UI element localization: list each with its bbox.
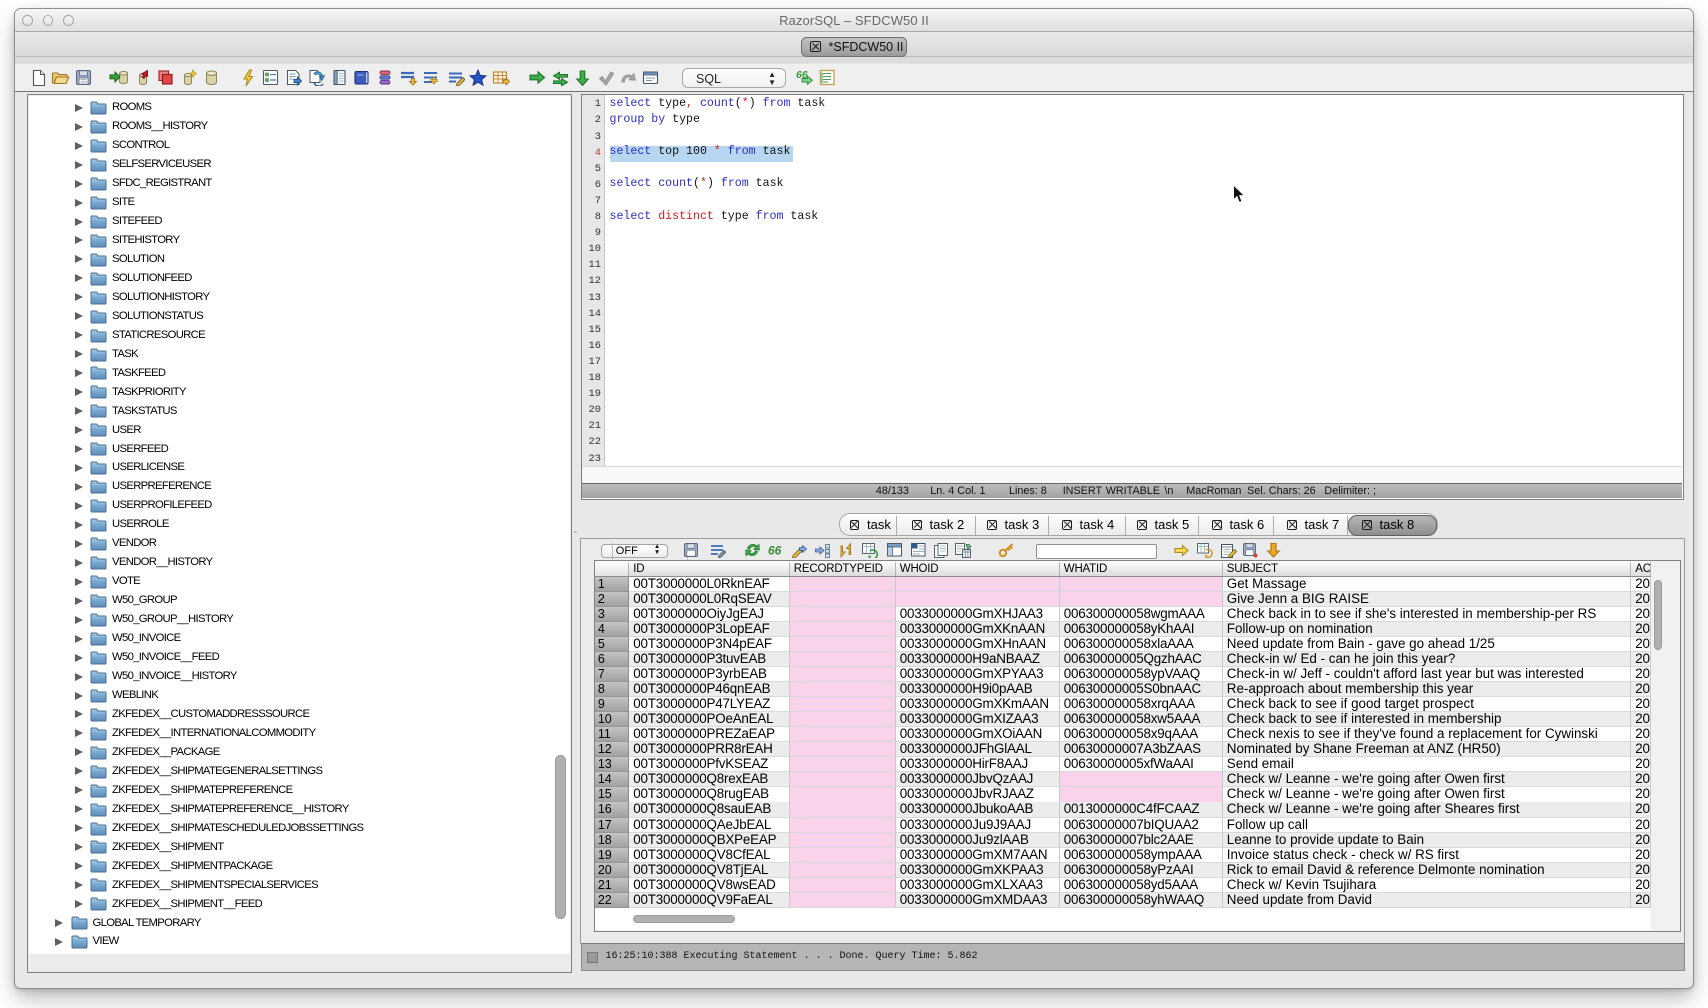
svg-text:66: 66 — [768, 544, 782, 558]
